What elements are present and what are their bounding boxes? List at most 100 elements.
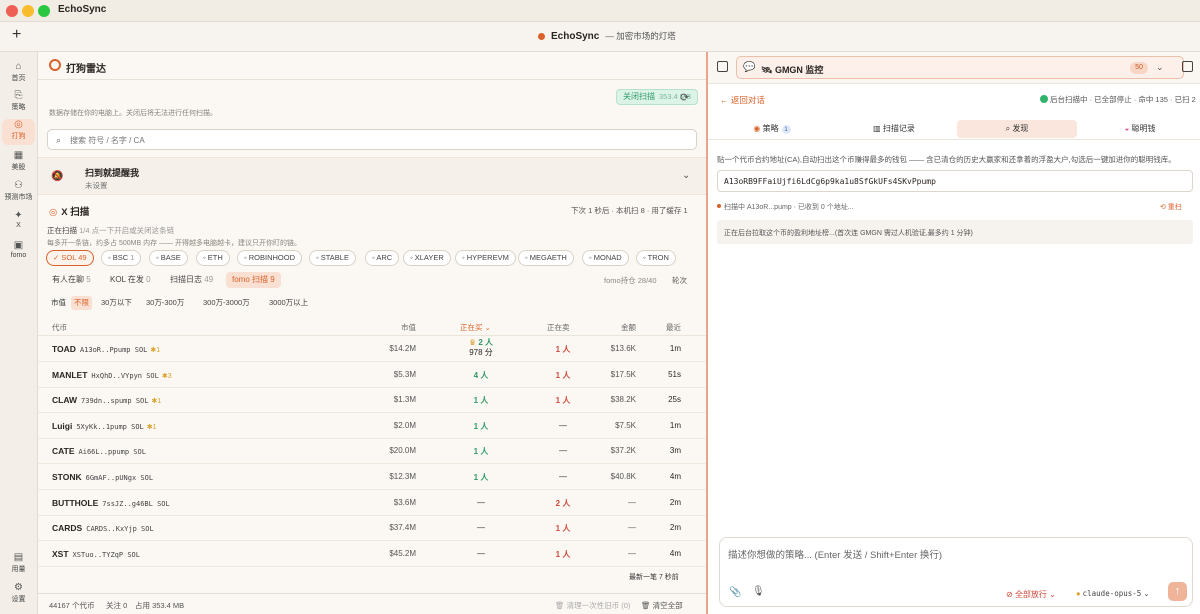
buy-count: 4 人 [473,370,489,380]
col-buying[interactable]: 正在买 ⌄ [460,322,491,333]
buy-count: 1 人 [473,473,489,482]
col-token[interactable]: 代币 [52,322,67,333]
buying-cell: — [446,523,516,532]
permission-selector[interactable]: ⊘ 全部放行 ⌄ [1006,589,1056,600]
chain-chip-xlayer[interactable]: ◦ XLAYER [403,250,451,266]
chain-name: STABLE [320,253,349,262]
buying-cell: 1 人 [446,421,516,432]
chain-chip-tron[interactable]: ◦ TRON [636,250,676,266]
table-row[interactable]: XST XSTuo..TYZqP SOL $45.2M — 1 人 — 4m [38,542,706,567]
tab-scan-log[interactable]: 扫描日志 49 [164,272,219,288]
chevron-down-icon[interactable]: ⌄ [682,170,690,181]
clear-all-button[interactable]: 🗑 清空全部 [641,600,683,611]
table-row[interactable]: CATE Ai66L..ppump SOL $20.0M 1 人 — $37.2K 3m [38,439,706,465]
chain-chip-bsc[interactable]: ◦ BSC 1 [101,250,142,266]
sidebar-item-dadou[interactable]: ◎ 打狗 [2,119,35,145]
table-row[interactable]: BUTTHOLE 7ssJZ..g46BL SOL $3.6M — 2 人 — 2m [38,491,706,516]
send-button[interactable]: ↑ [1168,582,1187,601]
chain-chip-eth[interactable]: ◦ ETH [196,250,230,266]
agent-header: 💬 🛰 GMGN 监控 50 ⌄ [708,52,1200,84]
model-selector[interactable]: ● claude-opus-5 ⌄ [1076,589,1150,598]
gmgn-title: 🛰 GMGN 监控 [761,65,824,75]
page-title: 打狗雷达 [66,64,106,75]
recent-cell: 1m [669,344,681,353]
recent-cell: 4m [669,548,681,558]
token-address: 6GmAF..pUNgx SOL [85,474,154,482]
sidebar-item-label: 首页 [11,75,26,82]
chain-chip-robinhood[interactable]: ◦ ROBINHOOD [237,250,303,266]
chain-chip-stable[interactable]: ◦ STABLE [309,250,356,266]
tab-scan-records[interactable]: ▥ 扫描记录 [834,120,954,138]
clear-old-button[interactable]: 🗑 清理一次性旧币 (0) [555,600,630,611]
col-amount[interactable]: 金额 [621,322,636,333]
alert-settings[interactable]: 🔕 扫到就提醒我 未设置 ⌄ [38,157,706,195]
chain-chip-arc[interactable]: ◦ ARC [365,250,400,266]
sidebar-item-strategy[interactable]: ⎘ 策略 [2,90,35,116]
refresh-icon[interactable]: ⟳ [680,91,689,104]
tab-fomo-scan[interactable]: fomo 扫描 9 [226,272,281,288]
token-cell: MANLET HxQhD..VYpyn SOL ✱3 [52,370,172,380]
sidebar-item-label: 设置 [11,596,26,603]
rescan-button[interactable]: ⟲ 重扫 [1160,202,1182,212]
sidebar-item-us-stocks[interactable]: ▦ 美股 [2,150,35,176]
tab-smart-money[interactable]: ◒ 聪明钱 [1080,120,1200,138]
sidebar-item-x[interactable]: ✦ X [2,210,35,236]
pending-text: 正在后台拉取这个币的盈利地址榜...(首次连 GMGN 需过人机验证,最多约 1… [724,230,973,237]
buying-cell: — [446,549,516,558]
col-selling[interactable]: 正在卖 [547,322,570,333]
sidebar-item-usage[interactable]: ▤ 用量 [2,552,35,578]
chain-name: XLAYER [414,253,444,262]
search-input[interactable] [70,133,670,147]
rounds-button[interactable]: 轮次 [672,275,687,286]
token-cell: Luigi 5XyKk..1pump SOL ✱1 [52,421,157,431]
composer-input[interactable]: 描述你想做的策略... (Enter 发送 / Shift+Enter 换行) [728,547,942,561]
col-mcap[interactable]: 市值 [401,322,416,333]
chain-chip-megaeth[interactable]: ◦ MEGAETH [518,250,574,266]
sidebar-item-prediction[interactable]: ⚇ 预测市场 [2,180,35,206]
zoom-window-button[interactable] [38,5,50,17]
tab-strategy[interactable]: ◉ 策略 1 [712,120,832,138]
ca-input[interactable]: A13oRB9FFaiUjfi6LdCg6p9ka1u8SfGkUFs4SKvP… [717,170,1193,192]
table-row[interactable]: Luigi 5XyKk..1pump SOL ✱1 $2.0M 1 人 — $7.5K 1m [38,414,706,439]
bell-off-icon: 🔕 [51,171,64,182]
chain-chip-monad[interactable]: ◦ MONAD [582,250,629,266]
token-symbol: STONK [52,472,82,482]
gmgn-monitor-selector[interactable]: 💬 🛰 GMGN 监控 50 ⌄ [736,56,1184,79]
collapse-right-icon[interactable] [1182,61,1193,72]
tab-chatting[interactable]: 有人在聊 5 [46,272,97,288]
model-dot-icon: ● [1076,589,1081,598]
table-row[interactable]: TOAD A13oR..Ppump SOL ✱1 $14.2M ♛ 2 人 978 分 1 … [38,337,706,362]
table-row[interactable]: MANLET HxQhD..VYpyn SOL ✱3 $5.3M 4 人 1 人 $17.5… [38,363,706,388]
token-symbol: Luigi [52,420,73,431]
sidebar-item-home[interactable]: ⌂ 首页 [2,61,35,87]
table-row[interactable]: STONK 6GmAF..pUNgx SOL $12.3M 1 人 — $40.8K 4m [38,465,706,490]
tab-discover[interactable]: ⌕ 发现 [957,120,1077,138]
mcap-filter-300k-3m[interactable]: 30万-300万 [146,296,184,310]
paperclip-icon[interactable]: 📎 [729,587,741,598]
mcap-filter-any[interactable]: 不限 [71,296,92,310]
table-row[interactable]: CLAW 739dn..spump SOL ✱1 $1.3M 1 人 1 人 $38.2K 2… [38,388,706,414]
collapse-left-icon[interactable] [717,61,728,72]
new-button[interactable]: + [12,26,21,44]
chain-chip-base[interactable]: ◦ BASE [149,250,188,266]
sidebar-item-fomo[interactable]: ▣ fomo [2,240,35,266]
mcap-filter-3m-30m[interactable]: 300万-3000万 [203,296,250,310]
mcap-filter-under-300k[interactable]: 30万以下 [101,296,132,310]
mcap-filter-over-30m[interactable]: 3000万以上 [269,296,308,310]
col-recent[interactable]: 最近 [666,322,681,333]
chain-chip-sol[interactable]: ✓ SOL 49 [46,250,94,266]
back-to-chat-link[interactable]: ← 返回对话 [720,94,765,106]
sidebar-item-settings[interactable]: ⚙ 设置 [2,582,35,608]
token-address: A13oR..Ppump SOL [79,346,148,354]
table-row[interactable]: CARDS CARDS..KxYjp SOL $37.4M — 1 人 — 2m [38,516,706,542]
brain-icon: ◒ [1124,124,1130,133]
tab-kol[interactable]: KOL 在发 0 [104,272,157,288]
minimize-window-button[interactable] [22,5,34,17]
close-window-button[interactable] [6,5,18,17]
mcap-cell: $14.2M [389,344,416,353]
chain-chip-hyperevm[interactable]: ◦ HYPEREVM [455,250,516,266]
selling-cell: 1 人 [538,395,588,406]
microphone-icon[interactable]: 🎙 [752,586,765,597]
status-footer: 44167 个代币 关注 0 占用 353.4 MB 🗑 清理一次性旧币 (0)… [38,593,706,614]
sell-count: — [559,446,567,456]
